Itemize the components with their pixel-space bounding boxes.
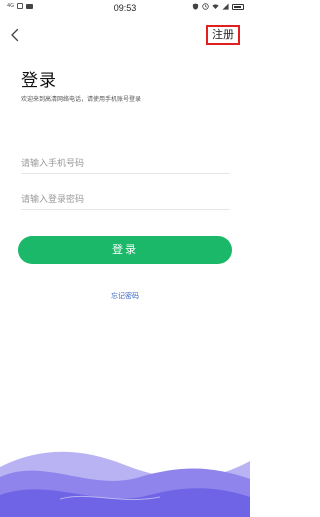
login-button[interactable]: 登录: [18, 236, 232, 264]
signal-icon: [222, 3, 229, 10]
phone-field-container: [21, 151, 230, 174]
battery-icon: [232, 3, 244, 10]
login-screen: 4G 09:53 注册 登录 欢迎来到高清网络电话，请使用手机账号登录 请输入手…: [0, 0, 250, 517]
back-button[interactable]: [8, 27, 22, 42]
page-title: 登录: [21, 71, 57, 91]
password-input[interactable]: [21, 190, 230, 210]
register-button[interactable]: 注册: [206, 25, 240, 45]
shield-icon: [192, 3, 199, 10]
clock-icon: [202, 3, 209, 10]
phone-input[interactable]: [21, 154, 230, 174]
welcome-text: 欢迎来到高清网络电话，请使用手机账号登录: [21, 96, 142, 103]
wifi-icon: [212, 4, 219, 9]
password-field-container: [21, 187, 230, 210]
chevron-left-icon: [11, 28, 19, 42]
status-bar: 4G 09:53: [0, 0, 250, 18]
forgot-password-link[interactable]: 忘记密码: [0, 291, 250, 301]
wave-decoration: [0, 451, 250, 517]
status-right: [192, 3, 244, 10]
